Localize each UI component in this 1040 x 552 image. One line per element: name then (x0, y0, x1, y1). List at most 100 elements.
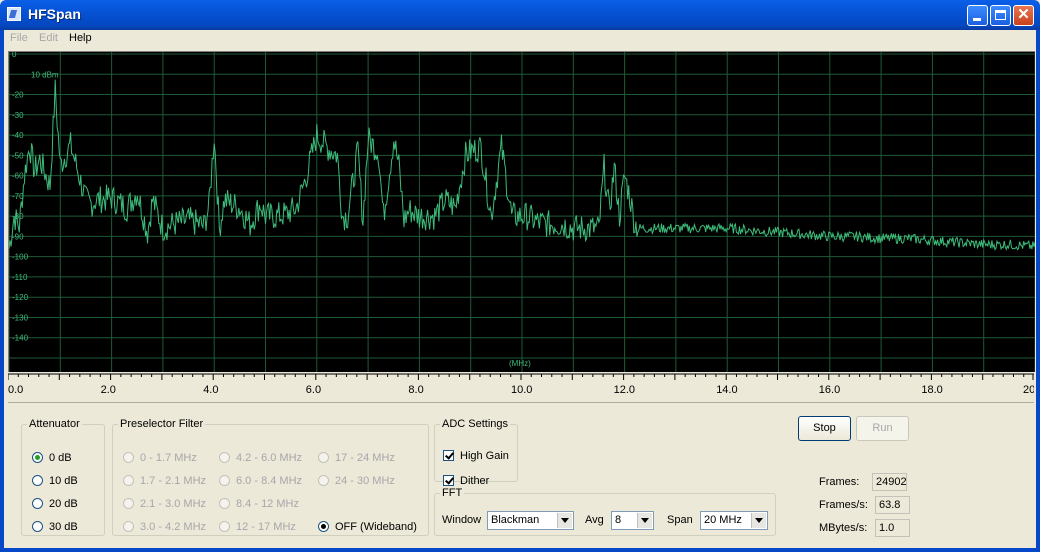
preselector-2.1-3.0-radio[interactable]: 2.1 - 3.0 MHz (123, 498, 206, 510)
preselector-off-wideband-radio[interactable]: OFF (Wideband) (318, 521, 417, 533)
x-tick-label: 4.0 (203, 384, 218, 396)
preselector-option-label: 0 - 1.7 MHz (140, 452, 197, 464)
preselector-3.0-4.2-radio[interactable]: 3.0 - 4.2 MHz (123, 521, 206, 533)
chevron-down-icon[interactable] (557, 513, 572, 528)
preselector-17-24-radio[interactable]: 17 - 24 MHz (318, 452, 395, 464)
preselector-option-label: 6.0 - 8.4 MHz (236, 475, 303, 487)
fft-window-label: Window (442, 514, 482, 526)
fft-span-select[interactable]: 20 MHz (700, 511, 768, 530)
fft-window-select[interactable]: Blackman (487, 511, 574, 530)
preselector-filter-group: Preselector Filter 0 - 1.7 MHz 1.7 - 2.1… (112, 418, 429, 536)
frequency-axis: 0.0 2.0 4.0 6.0 8.0 10.0 12.0 14.0 16.0 18.0 20 (7, 372, 1035, 400)
window-frame-left (0, 30, 4, 552)
minimize-icon (973, 18, 981, 21)
minimize-button[interactable] (967, 5, 988, 26)
fft-avg-label: Avg (585, 514, 604, 526)
preselector-option-label: 24 - 30 MHz (335, 475, 395, 487)
window-frame-right (1036, 30, 1040, 552)
radio-dot (123, 475, 134, 486)
radio-dot (219, 452, 230, 463)
x-unit-label: (MHz) (509, 359, 531, 368)
attenuator-legend: Attenuator (29, 418, 80, 430)
fft-avg-select[interactable]: 8 (611, 511, 654, 530)
dither-checkbox[interactable]: Dither (443, 475, 489, 487)
preselector-option-label: 17 - 24 MHz (335, 452, 395, 464)
fft-group: FFT Window Blackman Avg 8 Span 20 MHz (434, 487, 776, 536)
menu-file[interactable]: File (10, 32, 28, 44)
preselector-option-label: 12 - 17 MHz (236, 521, 296, 533)
close-button[interactable]: ✕ (1013, 5, 1034, 26)
preselector-6.0-8.4-radio[interactable]: 6.0 - 8.4 MHz (219, 475, 302, 487)
preselector-legend: Preselector Filter (120, 418, 204, 430)
window-title: HFSpan (28, 6, 81, 22)
run-button[interactable]: Run (856, 416, 909, 441)
attenuator-option-label: 30 dB (49, 521, 78, 533)
checkbox-box (443, 450, 454, 461)
attenuator-option-label: 10 dB (49, 475, 78, 487)
preselector-8.4-12-radio[interactable]: 8.4 - 12 MHz (219, 498, 299, 510)
x-tick-label: 12.0 (614, 384, 635, 396)
chevron-down-icon[interactable] (637, 513, 652, 528)
y-tick-label: -20 (12, 91, 24, 100)
attenuator-20db-radio[interactable]: 20 dB (32, 498, 78, 510)
adc-settings-group: ADC Settings High Gain Dither (434, 418, 518, 487)
mbytes-per-sec-value: 1.0 (875, 519, 910, 537)
x-tick-label: 16.0 (819, 384, 840, 396)
control-panel: Attenuator 0 dB 10 dB 20 dB 30 dB Presel… (8, 402, 1034, 545)
frames-value: 24902 (872, 473, 907, 491)
adc-settings-legend: ADC Settings (442, 418, 509, 430)
checkbox-box (443, 475, 454, 486)
y-tick-label: -90 (12, 232, 24, 241)
y-tick-label: -130 (12, 313, 29, 322)
radio-dot (123, 452, 134, 463)
y-tick-label: -50 (12, 151, 24, 160)
title-bar[interactable]: HFSpan ✕ (0, 0, 1040, 30)
preselector-option-label: 4.2 - 6.0 MHz (236, 452, 303, 464)
radio-dot (219, 521, 230, 532)
fft-avg-value: 8 (615, 514, 622, 526)
radio-dot (219, 498, 230, 509)
preselector-option-label: 1.7 - 2.1 MHz (140, 475, 207, 487)
maximize-button[interactable] (990, 5, 1011, 26)
menu-edit[interactable]: Edit (39, 32, 58, 44)
fft-window-value: Blackman (491, 514, 540, 526)
y-tick-label: -60 (12, 172, 24, 181)
y-tick-label: -30 (12, 111, 24, 120)
high-gain-checkbox[interactable]: High Gain (443, 450, 509, 462)
y-tick-label: -100 (12, 253, 29, 262)
stop-button[interactable]: Stop (798, 416, 851, 441)
radio-dot (219, 475, 230, 486)
menu-bar: File Edit Help (4, 30, 1036, 48)
x-tick-label: 10.0 (511, 384, 532, 396)
fft-span-value: 20 MHz (704, 514, 742, 526)
radio-dot (123, 498, 134, 509)
frequency-axis-ticks: 0.0 2.0 4.0 6.0 8.0 10.0 12.0 14.0 16.0 18.0 20 (7, 373, 1035, 396)
radio-dot (32, 475, 43, 486)
preselector-24-30-radio[interactable]: 24 - 30 MHz (318, 475, 395, 487)
preselector-4.2-6.0-radio[interactable]: 4.2 - 6.0 MHz (219, 452, 302, 464)
y-tick-label: -110 (12, 273, 28, 282)
chevron-down-icon[interactable] (751, 513, 766, 528)
preselector-1.7-2.1-radio[interactable]: 1.7 - 2.1 MHz (123, 475, 206, 487)
attenuator-option-label: 0 dB (49, 452, 72, 464)
fft-span-label: Span (667, 514, 693, 526)
attenuator-0db-radio[interactable]: 0 dB (32, 452, 72, 464)
app-icon (7, 7, 21, 21)
attenuator-30db-radio[interactable]: 30 dB (32, 521, 78, 533)
preselector-option-label: 3.0 - 4.2 MHz (140, 521, 207, 533)
spectrum-display[interactable]: 0 -20 -30 -40 -50 -60 -70 -80 -90 -100 -110 -120 -13… (8, 50, 1036, 372)
radio-dot (32, 498, 43, 509)
radio-dot (123, 521, 134, 532)
attenuator-group: Attenuator 0 dB 10 dB 20 dB 30 dB (21, 418, 105, 536)
preselector-12-17-radio[interactable]: 12 - 17 MHz (219, 521, 296, 533)
x-tick-label: 6.0 (306, 384, 321, 396)
spectrum-plot: 0-20-30-40-50-60-70-80-90-100-110-120-13… (8, 50, 1036, 372)
radio-dot (318, 452, 329, 463)
preselector-0-1.7-radio[interactable]: 0 - 1.7 MHz (123, 452, 197, 464)
y-tick-label: 0 (12, 52, 17, 59)
x-tick-label: 0.0 (8, 384, 23, 396)
menu-help[interactable]: Help (69, 32, 92, 44)
x-tick-label: 8.0 (408, 384, 423, 396)
dither-label: Dither (460, 475, 490, 487)
attenuator-10db-radio[interactable]: 10 dB (32, 475, 78, 487)
